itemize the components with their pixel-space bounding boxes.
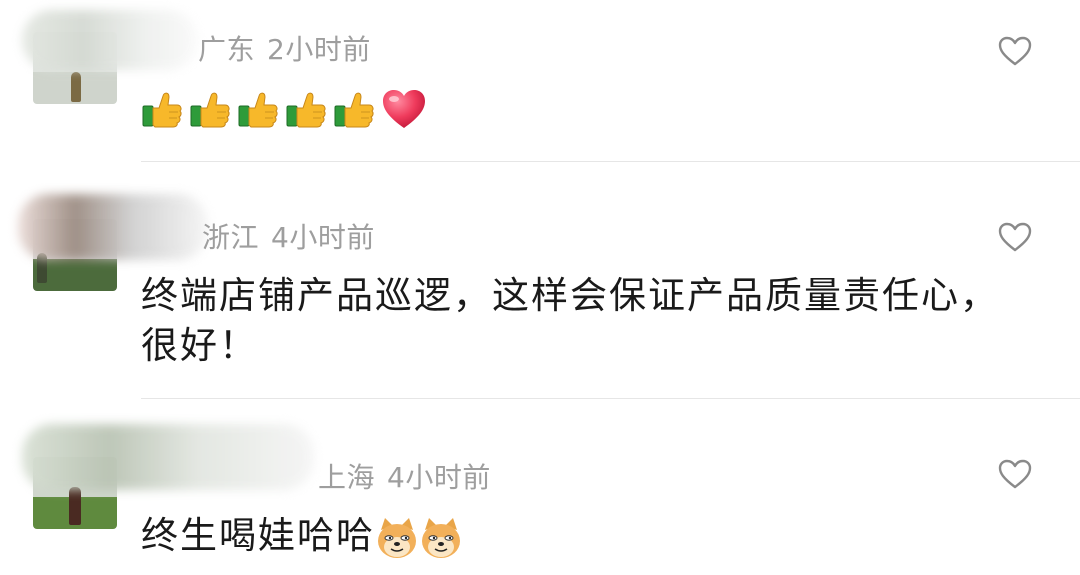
divider bbox=[141, 398, 1080, 399]
redacted-username bbox=[22, 424, 314, 490]
comment-meta: 广东 2小时前 bbox=[198, 28, 371, 68]
comment-text: 终端店铺产品巡逻，这样会保证产品质量责任心， 很好！ bbox=[141, 271, 1051, 371]
comment-time: 4小时前 bbox=[271, 221, 375, 254]
comment-location: 广东 bbox=[198, 33, 256, 66]
comment-text: 终生喝娃哈哈 bbox=[141, 511, 1051, 561]
thumbs-up-emoji bbox=[285, 88, 327, 130]
heart-outline-icon[interactable] bbox=[998, 459, 1032, 489]
comment-location: 浙江 bbox=[202, 221, 260, 254]
redacted-username bbox=[18, 194, 208, 260]
thumbs-up-emoji bbox=[333, 88, 375, 130]
thumbs-up-emoji bbox=[189, 88, 231, 130]
comment-time: 2小时前 bbox=[267, 33, 371, 66]
comment-location: 上海 bbox=[318, 461, 376, 494]
comment-text-line: 很好！ bbox=[141, 324, 258, 367]
heart-outline-icon[interactable] bbox=[998, 222, 1032, 252]
doge-emoji bbox=[375, 516, 419, 560]
divider bbox=[141, 161, 1080, 162]
doge-emoji bbox=[419, 516, 463, 560]
thumbs-up-emoji bbox=[141, 88, 183, 130]
thumbs-up-emoji bbox=[237, 88, 279, 130]
redacted-username bbox=[22, 10, 198, 70]
red-heart-emoji bbox=[381, 88, 427, 130]
comment-meta: 上海 4小时前 bbox=[318, 456, 491, 496]
comment-text-line: 终端店铺产品巡逻，这样会保证产品质量责任心， bbox=[141, 274, 999, 317]
comment-text-line: 终生喝娃哈哈 bbox=[141, 514, 375, 557]
comment-emoji-row bbox=[141, 88, 427, 130]
heart-outline-icon[interactable] bbox=[998, 36, 1032, 66]
comment-meta: 浙江 4小时前 bbox=[202, 216, 375, 256]
comment-time: 4小时前 bbox=[387, 461, 491, 494]
